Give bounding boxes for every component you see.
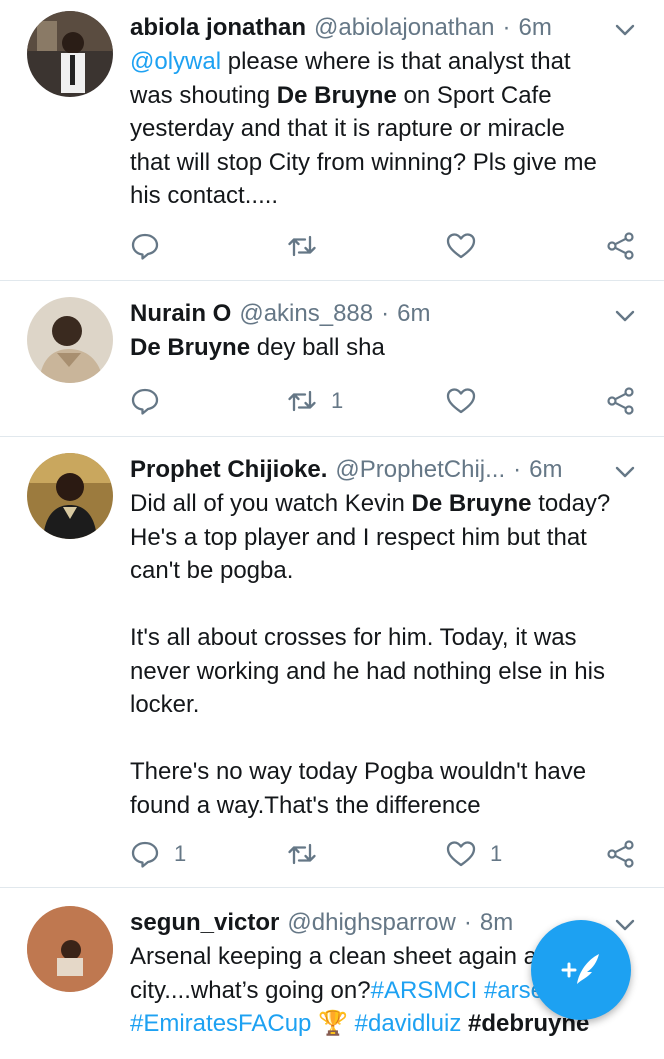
like-button[interactable] bbox=[446, 229, 490, 263]
reply-count: 1 bbox=[174, 841, 187, 866]
tweet-actions bbox=[130, 229, 638, 263]
chevron-down-icon[interactable] bbox=[612, 303, 638, 329]
display-name[interactable]: Nurain O bbox=[130, 300, 231, 328]
hashtag-link[interactable]: #davidluiz bbox=[355, 1010, 462, 1037]
timestamp[interactable]: 6m bbox=[519, 14, 552, 42]
share-icon bbox=[607, 840, 634, 868]
tweet-actions: 1 1 bbox=[130, 837, 638, 871]
hashtag-link[interactable]: #EmiratesFACup bbox=[130, 1010, 311, 1037]
timestamp[interactable]: 6m bbox=[529, 456, 562, 484]
tweet-text: De Bruyne dey ball sha bbox=[130, 331, 638, 365]
display-name[interactable]: abiola jonathan bbox=[130, 14, 306, 42]
timestamp[interactable]: 6m bbox=[397, 300, 430, 328]
highlighted-text: De Bruyne bbox=[276, 81, 397, 109]
retweet-icon bbox=[288, 235, 316, 257]
tweet-text-segment: Did all of you watch Kevin bbox=[130, 490, 412, 517]
highlighted-text: De Bruyne bbox=[130, 334, 251, 361]
chevron-down-icon[interactable] bbox=[612, 17, 638, 43]
reply-icon bbox=[131, 388, 159, 415]
tweet[interactable]: abiola jonathan @abiolajonathan · 6m @ol… bbox=[0, 0, 664, 281]
avatar[interactable] bbox=[27, 906, 113, 992]
tweet-text-segment: today? He's a top player and I respect h… bbox=[130, 490, 611, 819]
retweet-count: 1 bbox=[331, 388, 344, 413]
compose-tweet-button[interactable] bbox=[531, 920, 631, 1020]
tweet-header: Nurain O @akins_888 · 6m bbox=[130, 297, 638, 331]
avatar[interactable] bbox=[27, 453, 113, 539]
reply-button[interactable] bbox=[130, 229, 174, 263]
share-button[interactable] bbox=[606, 384, 636, 418]
highlighted-text: De Bruyne bbox=[411, 490, 532, 517]
tweet-header: abiola jonathan @abiolajonathan · 6m bbox=[130, 11, 638, 45]
retweet-icon bbox=[288, 843, 316, 865]
retweet-button[interactable] bbox=[287, 837, 331, 871]
user-handle[interactable]: @ProphetChij... bbox=[335, 456, 505, 484]
display-name[interactable]: segun_victor bbox=[130, 909, 279, 937]
tweet[interactable]: Prophet Chijioke. @ProphetChij... · 6m D… bbox=[0, 437, 664, 888]
separator-dot: · bbox=[463, 909, 472, 936]
retweet-button[interactable]: 1 bbox=[287, 384, 343, 418]
avatar[interactable] bbox=[27, 297, 113, 383]
share-button[interactable] bbox=[606, 837, 636, 871]
mention-link[interactable]: @olywal bbox=[130, 48, 221, 75]
tweet-text-segment: dey ball sha bbox=[250, 334, 385, 361]
reply-icon bbox=[131, 233, 159, 260]
like-button[interactable]: 1 bbox=[446, 837, 502, 871]
user-handle[interactable]: @akins_888 bbox=[239, 300, 373, 328]
reply-icon bbox=[131, 841, 159, 868]
tweet-actions: 1 bbox=[130, 384, 638, 418]
tweet-text: Did all of you watch Kevin De Bruyne tod… bbox=[130, 487, 638, 822]
separator-dot: · bbox=[513, 456, 522, 483]
avatar[interactable] bbox=[27, 11, 113, 97]
chevron-down-icon[interactable] bbox=[612, 459, 638, 485]
timeline: abiola jonathan @abiolajonathan · 6m @ol… bbox=[0, 0, 664, 1059]
display-name[interactable]: Prophet Chijioke. bbox=[130, 456, 327, 484]
share-icon bbox=[607, 387, 634, 415]
user-handle[interactable]: @abiolajonathan bbox=[314, 14, 495, 42]
share-button[interactable] bbox=[606, 229, 636, 263]
reply-button[interactable] bbox=[130, 384, 174, 418]
retweet-icon bbox=[288, 390, 316, 412]
share-icon bbox=[607, 232, 634, 260]
retweet-button[interactable] bbox=[287, 229, 331, 263]
hashtag-link[interactable]: #ARSMCI bbox=[371, 977, 478, 1004]
separator-dot: · bbox=[502, 14, 511, 41]
reply-button[interactable]: 1 bbox=[130, 837, 186, 871]
like-button[interactable] bbox=[446, 384, 490, 418]
heart-icon bbox=[446, 841, 476, 867]
like-count: 1 bbox=[490, 841, 503, 866]
tweet-header: Prophet Chijioke. @ProphetChij... · 6m bbox=[130, 453, 638, 487]
tweet[interactable]: Nurain O @akins_888 · 6m De Bruyne dey b… bbox=[0, 281, 664, 437]
tweet-text-segment bbox=[477, 977, 484, 1004]
separator-dot: · bbox=[381, 300, 390, 327]
tweet-text-segment: 🏆 bbox=[311, 1010, 355, 1037]
tweet-text: @olywal please where is that analyst tha… bbox=[130, 45, 638, 213]
user-handle[interactable]: @dhighsparrow bbox=[287, 909, 455, 937]
compose-tweet-icon bbox=[561, 954, 599, 984]
heart-icon bbox=[446, 233, 476, 259]
timestamp[interactable]: 8m bbox=[480, 909, 513, 937]
heart-icon bbox=[446, 388, 476, 414]
